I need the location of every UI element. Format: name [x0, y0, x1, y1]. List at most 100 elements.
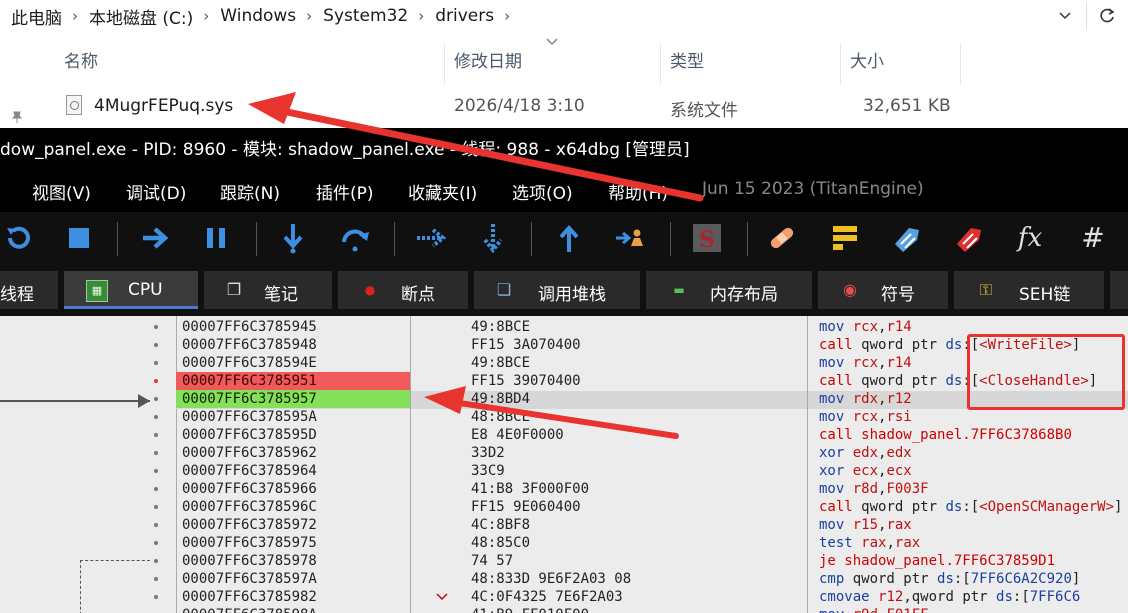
disassembly-row[interactable]: 00007FF6C3785982 4C:0F4325 7E6F2A03 cmovae…	[176, 588, 1128, 606]
chevron-right-icon[interactable]: ›	[408, 7, 424, 25]
instruction-text: call shadow_panel.7FF6C37868B0	[819, 426, 1072, 444]
column-divider[interactable]	[807, 316, 808, 613]
gutter-dot[interactable]	[154, 397, 158, 401]
asm-token: :[	[1012, 589, 1030, 605]
breadcrumb-windows[interactable]: Windows	[209, 6, 296, 26]
asm-token: je	[819, 553, 845, 569]
call-stack-icon: ❏	[496, 280, 512, 299]
disassembly-row[interactable]: 00007FF6C378595D E8 4E0F0000 call shadow_p…	[176, 426, 1128, 444]
pause-button[interactable]	[200, 222, 232, 254]
hash-button[interactable]: #	[1077, 222, 1109, 254]
menu-trace[interactable]: 跟踪(N)	[220, 179, 280, 204]
gutter-dot[interactable]	[154, 415, 158, 419]
disassembly-row[interactable]: 00007FF6C378597A 48:833D 9E6F2A03 08 cmp q…	[176, 570, 1128, 588]
cpu-disassembly-panel[interactable]: 00007FF6C3785945 49:8BCE mov rcx,r14 00007F…	[0, 316, 1128, 613]
functions-button[interactable]: fx	[1014, 222, 1046, 254]
disassembly-row[interactable]: 00007FF6C3785964 33C9 xor ecx,ecx	[176, 462, 1128, 480]
menu-help[interactable]: 帮助(H)	[608, 179, 668, 204]
chevron-right-icon[interactable]: ›	[494, 7, 510, 25]
column-header-name[interactable]: 名称	[54, 44, 444, 84]
gutter-dot[interactable]	[154, 595, 158, 599]
run-to-user-code-button[interactable]	[553, 222, 585, 254]
gutter-dot[interactable]	[154, 523, 158, 527]
chevron-right-icon[interactable]: ›	[296, 7, 312, 25]
breadcrumb-local-disk[interactable]: 本地磁盘 (C:)	[78, 4, 193, 29]
menu-options[interactable]: 选项(O)	[512, 179, 573, 204]
tab-label: 调用堆栈	[538, 285, 606, 305]
disassembly-row[interactable]: 00007FF6C3785972 4C:8BF8 mov r15,rax	[176, 516, 1128, 534]
tab-notes[interactable]: ❐ 笔记	[204, 271, 332, 309]
comments-button[interactable]	[829, 222, 861, 254]
gutter-dot[interactable]	[154, 505, 158, 509]
tab-symbols[interactable]: ◉ 符号	[818, 271, 948, 309]
column-divider[interactable]	[960, 44, 961, 84]
scylla-button[interactable]: S	[691, 222, 723, 254]
disassembly-row[interactable]: 00007FF6C3785978 74 57 je shadow_panel.7FF…	[176, 552, 1128, 570]
asm-token: edx	[852, 445, 879, 461]
gutter-dot[interactable]	[154, 559, 158, 563]
instruction-text: test rax,rax	[819, 534, 920, 552]
gutter-dot[interactable]	[154, 487, 158, 491]
tab-seh-chain[interactable]: ⚿ SEH链	[954, 271, 1104, 309]
gutter-dot[interactable]	[154, 361, 158, 365]
chevron-right-icon[interactable]: ›	[193, 7, 209, 25]
patches-button[interactable]	[766, 222, 798, 254]
restart-button[interactable]	[2, 222, 34, 254]
menu-plugins[interactable]: 插件(P)	[316, 179, 374, 204]
tab-overflow[interactable]	[1110, 271, 1128, 309]
column-header-size[interactable]: 大小	[840, 44, 960, 84]
animate-right-icon	[417, 228, 447, 248]
tab-memory-map[interactable]: ▬ 内存布局	[646, 271, 812, 309]
breadcrumb-drivers[interactable]: drivers	[424, 6, 494, 26]
disassembly-row[interactable]: 00007FF6C3785962 33D2 xor edx,edx	[176, 444, 1128, 462]
address-dropdown[interactable]	[1058, 4, 1072, 32]
run-button[interactable]	[139, 222, 171, 254]
refresh-button[interactable]	[1086, 3, 1127, 29]
step-into-button[interactable]	[277, 222, 309, 254]
menu-debug[interactable]: 调试(D)	[126, 179, 186, 204]
tab-cpu[interactable]: ▦ CPU	[64, 271, 198, 309]
disassembly-row[interactable]: 00007FF6C378595A 48:8BCE mov rcx,rsi	[176, 408, 1128, 426]
instruction-bytes: FF15 39070400	[471, 373, 581, 389]
file-row[interactable]: 4MugrFEPuq.sys 2026/4/18 3:10 系统文件 32,65…	[54, 88, 954, 124]
chevron-right-icon[interactable]: ›	[62, 7, 78, 25]
instruction-bytes: 48:833D 9E6F2A03 08	[471, 571, 632, 587]
disassembly-row[interactable]: 00007FF6C378596C FF15 9E060400 call qword …	[176, 498, 1128, 516]
column-header-type[interactable]: 类型	[660, 44, 840, 84]
run-to-selection-button[interactable]	[614, 222, 646, 254]
tab-call-stack[interactable]: ❏ 调用堆栈	[474, 271, 640, 309]
tab-breakpoints[interactable]: ● 断点	[338, 271, 468, 309]
menu-favourites[interactable]: 收藏夹(I)	[408, 179, 477, 204]
column-divider[interactable]	[410, 316, 411, 613]
window-title: dow_panel.exe - PID: 8960 - 模块: shadow_p…	[0, 140, 690, 160]
disassembly-row[interactable]: 00007FF6C3785966 41:B8 3F000F00 mov r8d,F0…	[176, 480, 1128, 498]
instruction-text: call qword ptr ds:[<OpenSCManagerW>]	[819, 498, 1122, 516]
menu-view[interactable]: 视图(V)	[32, 179, 91, 204]
tab-threads[interactable]: 线程	[0, 271, 58, 309]
gutter-dot[interactable]	[154, 343, 158, 347]
labels-button[interactable]	[891, 222, 923, 254]
bookmarks-button[interactable]	[953, 222, 985, 254]
breakpoint-dot-icon[interactable]	[154, 379, 158, 383]
gutter-dot[interactable]	[154, 451, 158, 455]
gutter-dot[interactable]	[154, 325, 158, 329]
breadcrumb-this-pc[interactable]: 此电脑	[0, 4, 62, 29]
instruction-bytes: 74 57	[471, 553, 514, 569]
column-header-modified[interactable]: 修改日期	[444, 44, 660, 84]
gutter-dot[interactable]	[154, 433, 158, 437]
asm-token: ,	[886, 535, 895, 551]
animate-over-button[interactable]	[477, 222, 509, 254]
breadcrumb-system32[interactable]: System32	[312, 6, 408, 26]
disassembly-row[interactable]: 00007FF6C378598A 41:B9 FF010F00 mov r9d,F0…	[176, 606, 1128, 613]
gutter-dot[interactable]	[154, 469, 158, 473]
asm-token: mov	[819, 517, 853, 533]
gutter-dot[interactable]	[154, 577, 158, 581]
stop-button[interactable]	[63, 222, 95, 254]
asm-token: edx	[886, 445, 912, 461]
animate-into-button[interactable]	[415, 222, 447, 254]
gutter-dot[interactable]	[154, 541, 158, 545]
disassembly-row[interactable]: 00007FF6C3785975 48:85C0 test rax,rax	[176, 534, 1128, 552]
branch-gutter[interactable]	[0, 316, 177, 613]
instruction-text: mov r9d,F01FF	[819, 606, 929, 613]
step-over-button[interactable]	[339, 222, 371, 254]
